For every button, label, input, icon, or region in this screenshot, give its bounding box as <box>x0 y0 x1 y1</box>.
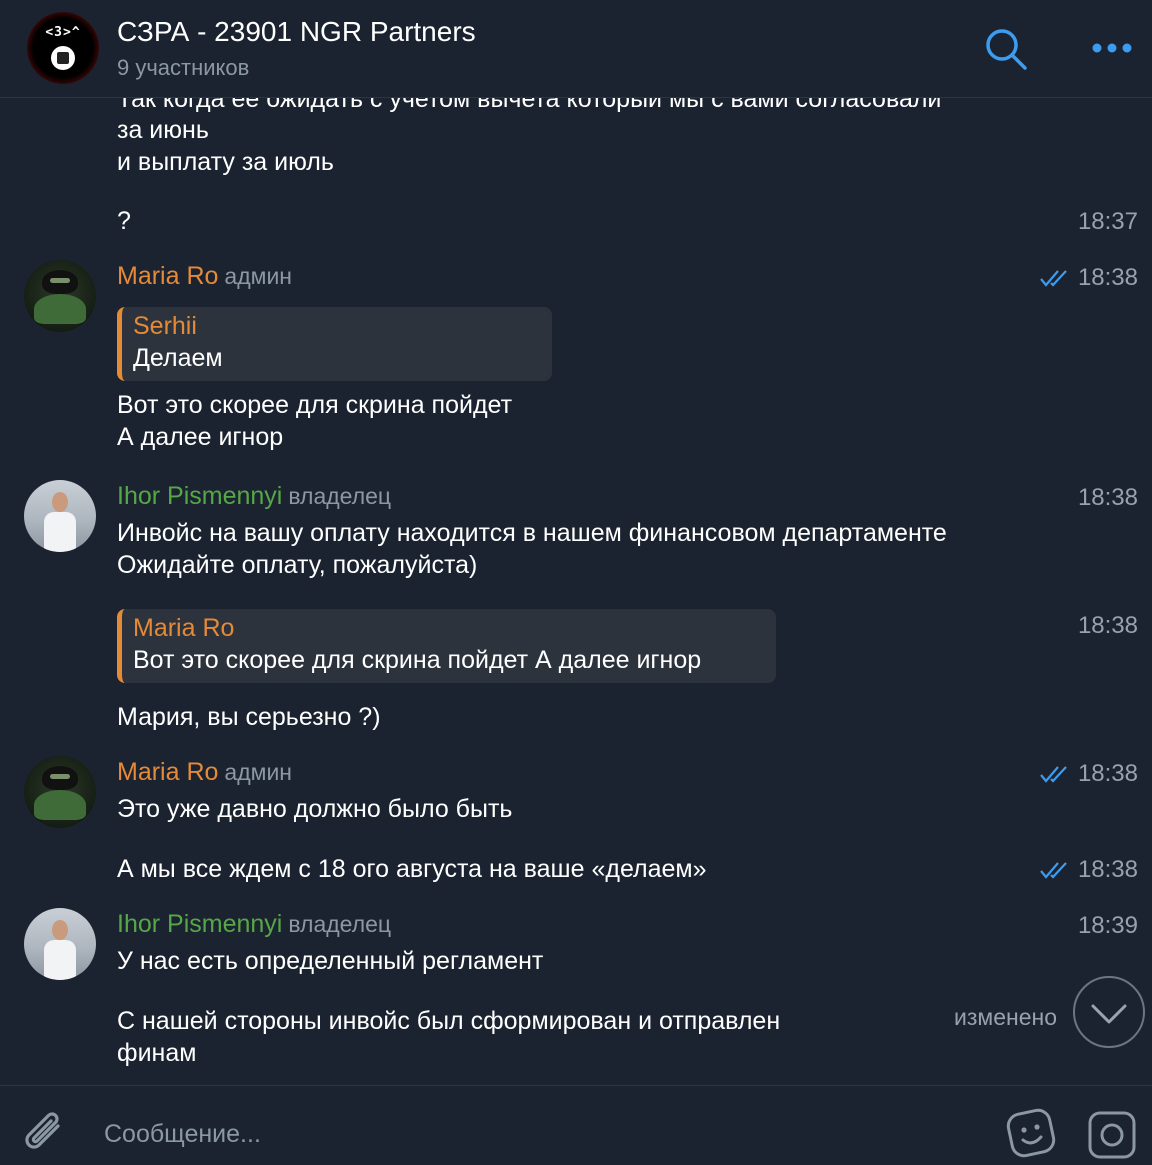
message-list[interactable]: Так когда ее ожидать с учетом вычета кот… <box>0 97 1152 1085</box>
paperclip-icon <box>25 1112 60 1149</box>
group-avatar-logo-text: <3>^ <box>45 25 81 40</box>
sender-name-text: Ihor Pismennyi <box>117 910 283 938</box>
avatar-eyes <box>50 774 70 779</box>
search-button[interactable] <box>982 26 1030 72</box>
message-text-line: Вот это скорее для скрина пойдет <box>117 391 513 419</box>
message-input[interactable] <box>104 1114 984 1154</box>
more-options-button[interactable] <box>1090 34 1134 62</box>
chat-title[interactable]: СЗРА - 23901 NGR Partners <box>117 16 476 48</box>
message-text: ? <box>117 207 131 235</box>
message-input-bar <box>0 1085 1152 1163</box>
message-time: 18:39 <box>1077 912 1138 939</box>
sticker-icon <box>1006 1108 1056 1158</box>
avatar-ihor-pismennyi[interactable] <box>24 480 96 552</box>
message-time: 18:38 <box>1077 264 1138 291</box>
avatar-maria-ro[interactable] <box>24 260 96 332</box>
message-time: 18:37 <box>1077 208 1138 235</box>
camera-icon <box>1088 1111 1136 1159</box>
message-text: Мария, вы серьезно ?) <box>117 703 381 731</box>
sender-name[interactable]: Ihor Pismennyi владелец <box>117 482 391 511</box>
read-check-icon <box>1040 766 1067 783</box>
message-text-line: Инвойс на вашу оплату находится в нашем … <box>117 519 947 547</box>
group-avatar[interactable]: <3>^ <box>27 12 99 84</box>
sender-name[interactable]: Maria Ro админ <box>117 758 292 787</box>
attach-button[interactable] <box>22 1108 68 1158</box>
sticker-button[interactable] <box>1006 1108 1058 1160</box>
more-dots-icon <box>1092 43 1132 53</box>
message-text-line: финам <box>117 1039 197 1067</box>
message-text: У нас есть определенный регламент <box>117 947 544 975</box>
chat-header: <3>^ СЗРА - 23901 NGR Partners 9 участни… <box>0 0 1152 98</box>
edited-label: изменено <box>954 1004 1057 1030</box>
message-text-line: за июнь <box>117 116 209 144</box>
scroll-down-button[interactable] <box>1073 976 1145 1048</box>
reply-quote[interactable]: Serhii Делаем <box>117 307 552 381</box>
message-text-line: С нашей стороны инвойс был сформирован и… <box>117 1007 781 1035</box>
message-time: 18:38 <box>1077 760 1138 787</box>
member-count: 9 участников <box>117 55 250 80</box>
message-text-line: А далее игнор <box>117 423 284 451</box>
read-check-icon <box>1040 862 1067 879</box>
message-text: А мы все ждем с 18 ого августа на ваше «… <box>117 855 707 883</box>
avatar-maria-ro[interactable] <box>24 756 96 828</box>
sender-name-text: Maria Ro <box>117 758 219 786</box>
avatar-leaf <box>34 294 86 324</box>
sender-name-text: Maria Ro <box>117 262 219 290</box>
avatar-leaf <box>34 790 86 820</box>
sender-role: владелец <box>288 911 392 937</box>
message-time: 18:38 <box>1077 484 1138 511</box>
camera-button[interactable] <box>1087 1110 1137 1160</box>
sender-name-text: Ihor Pismennyi <box>117 482 283 510</box>
sender-name[interactable]: Ihor Pismennyi владелец <box>117 910 391 939</box>
message-text-line: Ожидайте оплату, пожалуйста) <box>117 551 478 579</box>
group-avatar-emblem <box>51 46 75 70</box>
avatar-body <box>44 940 76 980</box>
search-icon <box>986 29 1027 70</box>
message-text-line: Так когда ее ожидать с учетом вычета кот… <box>117 97 942 113</box>
message-time: 18:38 <box>1077 612 1138 639</box>
sender-name[interactable]: Maria Ro админ <box>117 262 292 291</box>
message-text-line: и выплату за июль <box>117 148 334 176</box>
message-text: Это уже давно должно было быть <box>117 795 513 823</box>
sender-role: админ <box>224 263 292 289</box>
message-time: 18:38 <box>1077 856 1138 883</box>
reply-author: Serhii <box>133 312 197 340</box>
avatar-body <box>44 512 76 552</box>
reply-text: Делаем <box>133 344 223 372</box>
chevron-down-icon <box>1091 1004 1127 1024</box>
avatar-eyes <box>50 278 70 283</box>
reply-text: Вот это скорее для скрина пойдет А далее… <box>133 646 702 674</box>
reply-quote[interactable]: Maria Ro Вот это скорее для скрина пойде… <box>117 609 776 683</box>
read-check-icon <box>1040 270 1067 287</box>
reply-author: Maria Ro <box>133 614 235 642</box>
avatar-head <box>52 492 68 512</box>
sender-role: владелец <box>288 483 392 509</box>
avatar-head <box>52 920 68 940</box>
sender-role: админ <box>224 759 292 785</box>
avatar-ihor-pismennyi[interactable] <box>24 908 96 980</box>
